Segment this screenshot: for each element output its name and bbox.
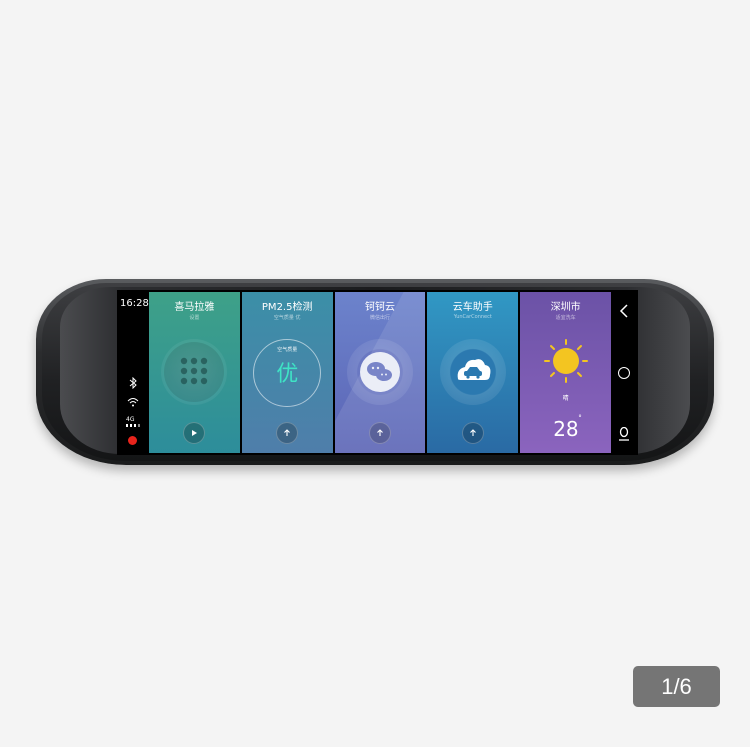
card-subtitle: YunCarConnect — [453, 314, 492, 320]
card-subtitle: 空气质量 优 — [273, 315, 301, 321]
signal-icon — [126, 424, 140, 427]
record-button[interactable] — [128, 436, 137, 445]
bluetooth-icon — [129, 377, 137, 389]
open-button[interactable] — [368, 422, 391, 444]
app-card-pm25[interactable]: PM2.5检测 空气质量 优 空气质量 优 — [241, 292, 333, 453]
weather-condition: 晴 — [562, 395, 569, 402]
wechat-icon — [346, 339, 413, 405]
open-button[interactable] — [276, 422, 299, 444]
status-bar: 16:28 4G — [117, 290, 149, 455]
menu-icon[interactable] — [618, 427, 630, 441]
sun-icon — [544, 339, 589, 383]
arrow-up-icon — [469, 429, 476, 436]
card-title: 钶钶云 — [364, 302, 395, 313]
app-cards: 喜马拉雅 设置 PM2.5检测 空气质量 优 空气质量 优 钶钶云 微信出行 云… — [149, 292, 611, 453]
card-subtitle: 设置 — [189, 315, 200, 321]
arrow-up-icon — [377, 429, 383, 436]
mirror-screen: 16:28 4G 喜马拉雅 设置 PM2.5检测 空气质量 优 空气质量 优 钶… — [117, 290, 638, 455]
wifi-icon — [127, 398, 139, 407]
air-quality-value: 优 — [276, 362, 299, 387]
cloud-car-icon — [439, 339, 506, 405]
back-icon[interactable] — [619, 304, 629, 318]
card-title: 喜马拉雅 — [174, 302, 215, 313]
network-label: 4G — [126, 416, 135, 423]
arrow-up-icon — [284, 429, 291, 436]
card-title: 云车助手 — [452, 302, 493, 313]
app-card-cloud-car[interactable]: 云车助手 YunCarConnect — [427, 292, 519, 453]
nav-bar — [611, 290, 638, 455]
card-title: 深圳市 — [550, 302, 581, 313]
home-icon[interactable] — [618, 367, 630, 379]
air-quality-label: 空气质量 — [277, 347, 298, 353]
app-card-keke-cloud[interactable]: 钶钶云 微信出行 — [334, 292, 426, 453]
product-view: 16:28 4G 喜马拉雅 设置 PM2.5检测 空气质量 优 空气质量 优 钶… — [0, 0, 750, 747]
card-title: PM2.5检测 — [261, 302, 313, 313]
play-button[interactable] — [183, 422, 206, 444]
temperature: 28 — [553, 417, 579, 441]
card-subtitle: 微信出行 — [369, 315, 390, 321]
degree-symbol: ° — [578, 414, 582, 422]
play-icon — [192, 430, 198, 436]
app-card-ximalaya[interactable]: 喜马拉雅 设置 — [149, 292, 240, 453]
app-card-weather[interactable]: 深圳市 适宜洗车 晴 28 ° — [520, 292, 611, 453]
dialpad-icon — [161, 339, 228, 405]
card-subtitle: 适宜洗车 — [555, 315, 576, 321]
open-button[interactable] — [461, 422, 484, 444]
pager-indicator: 1/6 — [633, 666, 720, 707]
clock: 16:28 — [120, 298, 149, 309]
